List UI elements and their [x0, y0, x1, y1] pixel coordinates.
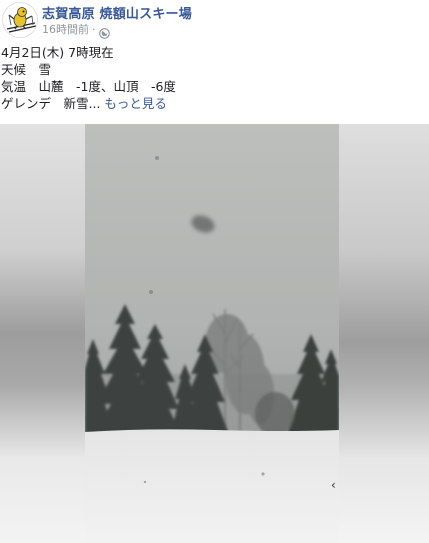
- post-meta: 16時間前 ·: [42, 21, 110, 39]
- post-line-slope: ゲレンデ 新雪... もっと見る: [1, 95, 421, 112]
- video-blur-right: [339, 124, 429, 543]
- post-line-weather: 天候 雪: [1, 62, 52, 77]
- post-line-date: 4月2日(木) 7時現在: [1, 45, 114, 60]
- video-blur-left: [0, 124, 85, 543]
- snowy-forest-scene: [85, 124, 339, 543]
- see-more-link[interactable]: もっと見る: [104, 96, 167, 111]
- post-line-slope-text: ゲレンデ 新雪...: [1, 96, 101, 111]
- post-line-temperature: 気温 山麓 -1度、山頂 -6度: [1, 79, 176, 94]
- post-timestamp[interactable]: 16時間前: [42, 21, 89, 37]
- post-header: 志賀高原 焼額山スキー場 16時間前 ·: [0, 0, 429, 40]
- meta-separator: ·: [92, 22, 96, 36]
- video-scroll-indicator[interactable]: ‹: [331, 478, 336, 492]
- video-frame[interactable]: [85, 124, 339, 543]
- video-player[interactable]: ‹: [0, 124, 429, 543]
- page-name-link[interactable]: 志賀高原 焼額山スキー場: [42, 3, 192, 22]
- page-avatar[interactable]: [2, 2, 38, 38]
- mascot-logo-icon: [3, 3, 37, 37]
- post-message: 4月2日(木) 7時現在 天候 雪 気温 山麓 -1度、山頂 -6度 ゲレンデ …: [1, 44, 421, 112]
- globe-icon[interactable]: [98, 24, 110, 39]
